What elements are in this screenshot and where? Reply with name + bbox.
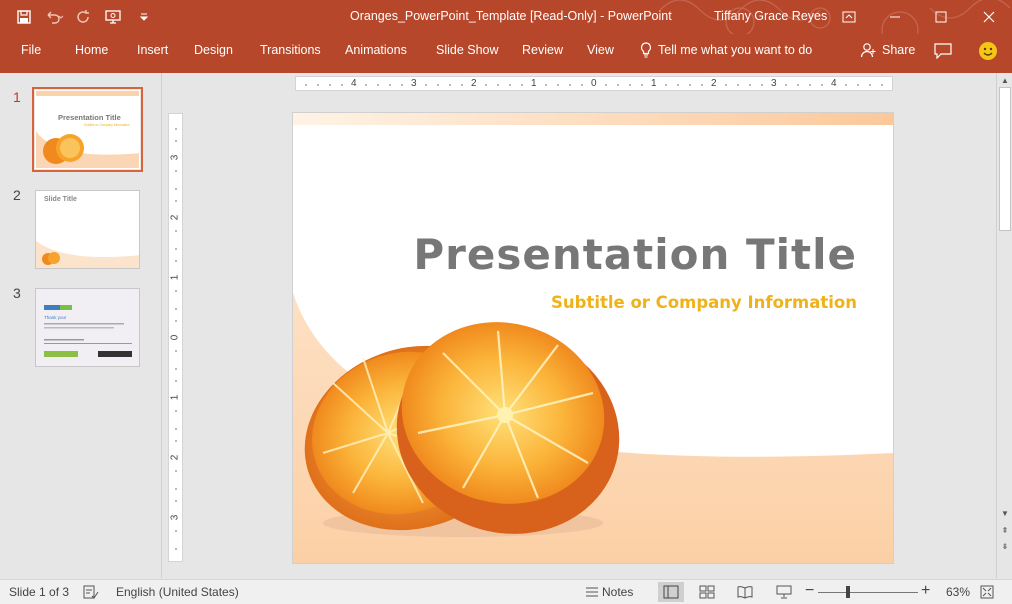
slide-title[interactable]: Presentation Title — [413, 230, 857, 279]
ruler-label: 1 — [651, 78, 657, 89]
document-title: Oranges_PowerPoint_Template [Read-Only] … — [350, 9, 672, 23]
tab-design[interactable]: Design — [194, 43, 233, 57]
quick-access-toolbar — [12, 6, 156, 28]
share-label: Share — [882, 43, 916, 57]
slide-thumbnail-3[interactable]: Thank you! — [35, 288, 140, 367]
reading-view-icon[interactable] — [736, 583, 754, 601]
notes-icon — [583, 583, 601, 601]
save-icon[interactable] — [12, 6, 36, 28]
user-name[interactable]: Tiffany Grace Reyes — [714, 9, 827, 23]
language-indicator[interactable]: English (United States) — [116, 585, 239, 599]
tab-transitions[interactable]: Transitions — [260, 43, 321, 57]
zoom-slider[interactable] — [818, 592, 918, 593]
ruler-label: 2 — [471, 78, 477, 89]
tab-home[interactable]: Home — [75, 43, 108, 57]
comments-icon[interactable] — [932, 40, 954, 62]
next-slide-icon[interactable]: ⇟ — [999, 541, 1011, 553]
normal-view-icon[interactable] — [658, 582, 684, 602]
slide-thumbnail-pane: 1 Presentation Title Subtitle or Company… — [0, 73, 162, 578]
thumbnail-number: 1 — [13, 89, 21, 105]
maximize-icon[interactable] — [918, 0, 964, 34]
horizontal-ruler: 4 3 2 1 0 1 2 3 4 — [295, 76, 893, 91]
tab-animations[interactable]: Animations — [345, 43, 407, 57]
ruler-label: 0 — [591, 78, 597, 89]
ruler-label: 2 — [711, 78, 717, 89]
ruler-label: 1 — [169, 274, 181, 281]
ruler-label: 3 — [771, 78, 777, 89]
scroll-down-icon[interactable]: ▼ — [999, 508, 1011, 520]
close-icon[interactable] — [966, 0, 1012, 34]
ruler-label: 2 — [169, 454, 181, 461]
smiley-feedback-icon[interactable] — [977, 40, 999, 62]
ribbon-display-options-icon[interactable] — [826, 0, 872, 34]
spelling-check-icon[interactable] — [82, 583, 100, 601]
share-button[interactable]: Share — [860, 42, 915, 58]
ruler-label: 3 — [169, 154, 181, 161]
slide-background-art — [293, 113, 893, 563]
thumbnail-number: 2 — [13, 187, 21, 203]
tell-me-label: Tell me what you want to do — [658, 43, 813, 57]
slide-show-icon[interactable] — [775, 583, 793, 601]
ruler-label: 3 — [411, 78, 417, 89]
notes-button[interactable]: Notes — [602, 585, 633, 599]
thumbnail-3-art — [36, 289, 139, 366]
thumbnail-number: 3 — [13, 285, 21, 301]
scrollbar-thumb[interactable] — [999, 87, 1011, 231]
previous-slide-icon[interactable]: ⇞ — [999, 525, 1011, 537]
thumbnail-3-title: Thank you! — [44, 315, 67, 320]
thumbnail-1-title: Presentation Title — [58, 113, 121, 122]
thumbnail-1-art — [36, 91, 139, 168]
undo-icon[interactable] — [42, 6, 66, 28]
ruler-label: 4 — [831, 78, 837, 89]
scroll-up-icon[interactable]: ▲ — [999, 75, 1011, 87]
fit-slide-icon[interactable] — [978, 583, 996, 601]
tab-insert[interactable]: Insert — [137, 43, 168, 57]
ruler-label: 4 — [351, 78, 357, 89]
ruler-label: 0 — [169, 334, 181, 341]
tab-view[interactable]: View — [587, 43, 614, 57]
vertical-ruler: 3 2 1 0 1 2 3 — [168, 113, 183, 562]
minimize-icon[interactable] — [872, 0, 918, 34]
tell-me-search[interactable]: Tell me what you want to do — [640, 42, 812, 58]
ruler-label: 3 — [169, 514, 181, 521]
status-bar: Slide 1 of 3 English (United States) Not… — [0, 579, 1012, 604]
thumbnail-2-title: Slide Title — [44, 196, 77, 203]
tab-file[interactable]: File — [21, 43, 41, 57]
ruler-label: 2 — [169, 214, 181, 221]
zoom-in-icon[interactable]: + — [921, 582, 930, 600]
customize-icon[interactable] — [132, 6, 156, 28]
tab-review[interactable]: Review — [522, 43, 563, 57]
ribbon-tabs: File Home Insert Design Transitions Anim… — [0, 34, 1012, 73]
zoom-slider-knob[interactable] — [846, 586, 850, 598]
slide-thumbnail-1[interactable]: Presentation Title Subtitle or Company I… — [32, 87, 143, 172]
present-icon[interactable] — [102, 6, 126, 28]
slide-subtitle[interactable]: Subtitle or Company Information — [551, 293, 857, 312]
slide-count: Slide 1 of 3 — [9, 585, 70, 599]
redo-icon[interactable] — [72, 6, 96, 28]
current-slide[interactable]: Presentation Title Subtitle or Company I… — [293, 113, 893, 563]
lightbulb-icon — [640, 42, 652, 58]
zoom-out-icon[interactable]: − — [805, 582, 814, 600]
ruler-label: 1 — [169, 394, 181, 401]
slide-sorter-icon[interactable] — [698, 583, 716, 601]
vertical-scrollbar[interactable]: ▲ ▼ ⇞ ⇟ — [996, 73, 1012, 578]
tab-slide-show[interactable]: Slide Show — [436, 43, 499, 57]
thumbnail-1-subtitle: Subtitle or Company Information — [84, 123, 130, 127]
ruler-label: 1 — [531, 78, 537, 89]
zoom-level[interactable]: 63% — [946, 585, 970, 599]
title-bar: Oranges_PowerPoint_Template [Read-Only] … — [0, 0, 1012, 66]
slide-thumbnail-2[interactable]: Slide Title — [35, 190, 140, 269]
person-icon — [860, 43, 876, 58]
